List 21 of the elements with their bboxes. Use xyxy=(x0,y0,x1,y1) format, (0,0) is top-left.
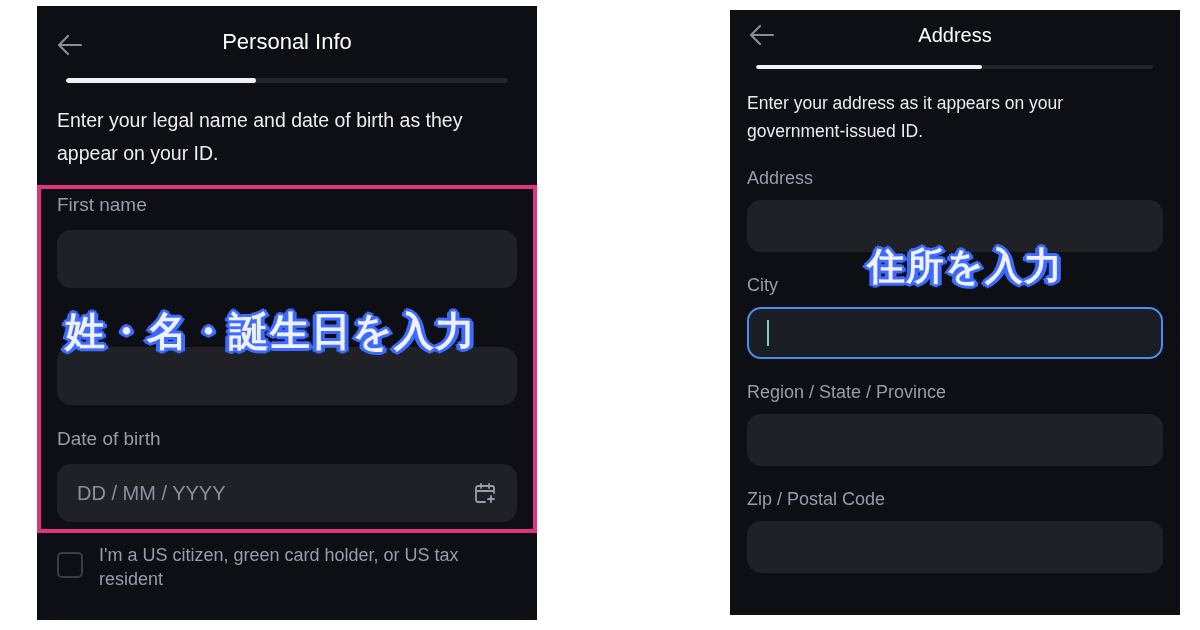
date-input[interactable]: DD / MM / YYYY xyxy=(77,481,473,505)
field-label: Zip / Postal Code xyxy=(747,488,887,511)
checkbox[interactable] xyxy=(57,552,83,578)
checkbox-label: I'm a US citizen, green card holder, or US tax resident xyxy=(99,544,460,591)
instruction-text: Enter your address as it appears on your government-issued ID. xyxy=(747,92,1065,143)
field-label: City xyxy=(747,274,779,297)
calendar-icon[interactable] xyxy=(473,481,497,505)
caption-overlay: 姓・名・誕生日を入力 xyxy=(65,308,476,355)
input-field[interactable] xyxy=(747,307,1163,359)
caption-overlay: 住所を入力 xyxy=(867,244,1063,289)
field-label: Address xyxy=(747,167,815,190)
field-label: Date of birth xyxy=(57,427,162,451)
field-label: Region / State / Province xyxy=(747,381,948,404)
screen-title: Personal Info xyxy=(222,29,352,55)
text-cursor xyxy=(767,320,769,346)
date-field[interactable]: DD / MM / YYYY xyxy=(57,464,517,522)
field-label: First name xyxy=(57,193,148,217)
back-arrow-icon[interactable] xyxy=(57,34,83,56)
back-arrow-icon[interactable] xyxy=(749,24,775,46)
screen-title: Address xyxy=(918,23,992,47)
instruction-text: Enter your legal name and date of birth as they appear on your ID. xyxy=(57,108,464,166)
